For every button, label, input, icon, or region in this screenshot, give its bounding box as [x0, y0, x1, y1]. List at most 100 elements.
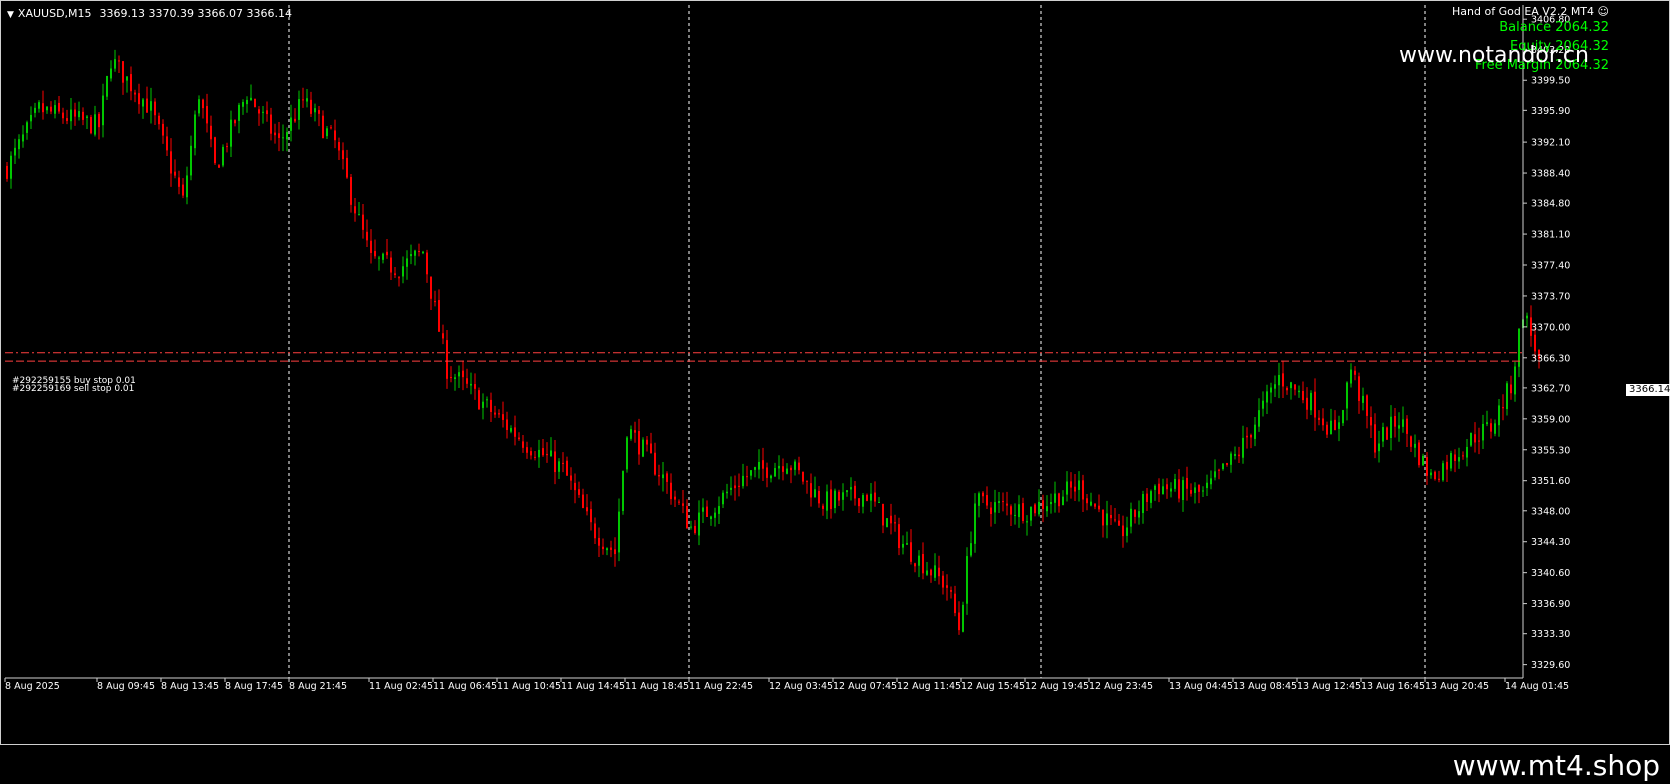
candle — [1358, 372, 1360, 414]
candle — [1174, 473, 1176, 492]
candle — [870, 482, 872, 513]
candle — [874, 481, 876, 507]
candle — [66, 109, 68, 125]
candle — [1306, 387, 1308, 420]
x-tick-label: 11 Aug 14:45 — [561, 681, 625, 692]
candle — [1034, 503, 1036, 517]
y-tick-label: 3329.60 — [1531, 660, 1570, 671]
candle — [1450, 450, 1452, 472]
candle — [702, 498, 704, 523]
candle — [58, 96, 60, 114]
candle — [1442, 460, 1444, 482]
candle — [10, 151, 12, 189]
candle — [854, 480, 856, 506]
candle — [1346, 381, 1348, 421]
candle — [50, 101, 52, 115]
candle — [738, 473, 740, 497]
candle — [1386, 426, 1388, 440]
candle — [782, 458, 784, 481]
x-tick-label: 12 Aug 11:45 — [897, 681, 961, 692]
candle — [1074, 474, 1076, 501]
candle — [1018, 495, 1020, 528]
candle — [78, 101, 80, 121]
candle — [1166, 478, 1168, 499]
candle — [98, 112, 100, 140]
candle — [670, 473, 672, 505]
candle — [222, 144, 224, 168]
candle — [1342, 409, 1344, 426]
candle — [598, 527, 600, 557]
candle — [390, 251, 392, 281]
candle — [438, 289, 440, 332]
candle — [210, 115, 212, 148]
candle — [326, 125, 328, 139]
y-tick-label: 3384.80 — [1531, 199, 1570, 210]
candle — [990, 501, 992, 527]
order-label-sell-stop[interactable]: #292259169 sell stop 0.01 — [12, 384, 134, 394]
candle — [1354, 366, 1356, 381]
candle — [650, 432, 652, 454]
candle — [482, 393, 484, 420]
candle — [342, 142, 344, 170]
candle — [414, 249, 416, 266]
candle — [694, 520, 696, 535]
candle — [1526, 312, 1528, 328]
smiley-icon[interactable]: ☺ — [1598, 5, 1609, 18]
candle — [278, 121, 280, 152]
candle — [1454, 449, 1456, 473]
candle — [1150, 489, 1152, 509]
candle — [1158, 478, 1160, 503]
candle — [1042, 494, 1044, 523]
x-tick-label: 8 Aug 09:45 — [97, 681, 155, 692]
candle — [770, 474, 772, 483]
candle — [850, 477, 852, 501]
candle — [442, 324, 444, 345]
candle — [1510, 375, 1512, 400]
x-tick-label: 13 Aug 20:45 — [1425, 681, 1489, 692]
candle — [1422, 453, 1424, 466]
candle — [422, 250, 424, 255]
candle — [470, 372, 472, 395]
candle — [754, 466, 756, 478]
candle — [1494, 419, 1496, 437]
candle — [1202, 486, 1204, 497]
candle — [898, 517, 900, 556]
candle — [554, 439, 556, 485]
candle — [798, 456, 800, 475]
chart-window[interactable]: 3406.80 3403.20 3399.50 3395.90 3392.10 3388.… — [0, 0, 1670, 745]
candle — [1406, 415, 1408, 447]
x-tick-label: 12 Aug 15:45 — [961, 681, 1025, 692]
x-tick-label: 11 Aug 06:45 — [433, 681, 497, 692]
candle — [150, 87, 152, 124]
candle — [950, 586, 952, 599]
candle — [1114, 507, 1116, 523]
candle — [1314, 378, 1316, 431]
price-chart[interactable]: 3406.803403.203399.503395.903392.103388.… — [1, 1, 1670, 746]
candle — [1514, 361, 1516, 402]
candle — [250, 84, 252, 102]
candle — [94, 105, 96, 137]
candle — [74, 102, 76, 126]
candle — [1486, 410, 1488, 427]
candle — [834, 488, 836, 514]
candle — [182, 178, 184, 199]
candle — [838, 489, 840, 506]
candle — [402, 256, 404, 284]
candle — [1110, 505, 1112, 526]
candle — [38, 100, 40, 113]
candle — [658, 464, 660, 486]
candle — [766, 462, 768, 488]
ea-title: Hand of God EA V2.2 MT4 ☺ — [1452, 5, 1609, 18]
candle — [562, 452, 564, 473]
candle — [930, 568, 932, 583]
candle — [1214, 459, 1216, 481]
candle — [810, 473, 812, 507]
candle — [634, 421, 636, 443]
candle — [322, 110, 324, 139]
candle — [614, 537, 616, 567]
ohlc-high: 3370.39 — [148, 7, 195, 20]
candle — [1098, 494, 1100, 513]
candle — [1226, 462, 1228, 467]
candle — [226, 142, 228, 153]
symbol-menu-icon[interactable]: ▼ — [7, 10, 14, 20]
